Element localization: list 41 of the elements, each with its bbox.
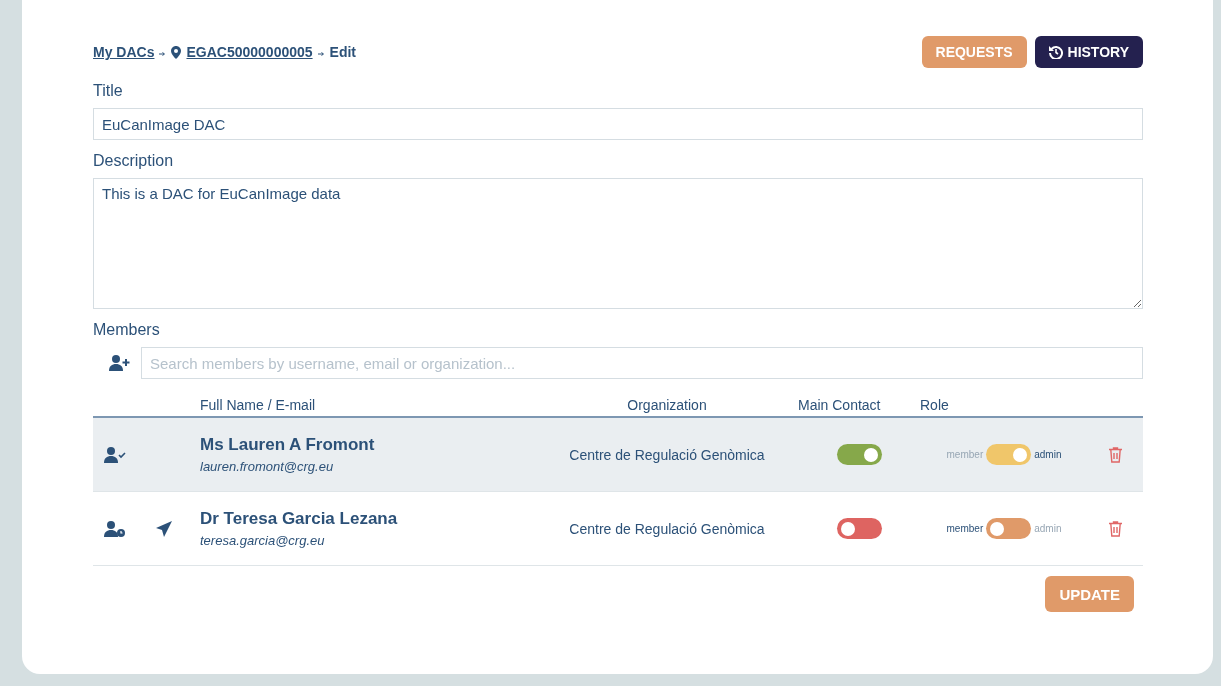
role-label: admin — [1034, 449, 1062, 460]
column-header: Main Contact — [798, 397, 882, 413]
title-input[interactable]: EuCanImage DAC — [93, 108, 1143, 140]
member-email: lauren.fromont@crg.eu — [200, 459, 335, 474]
member-email: teresa.garcia@crg.eu — [200, 533, 326, 548]
arrow-icon — [159, 50, 167, 57]
trash-icon — [1109, 446, 1122, 463]
location-pin-icon — [171, 45, 182, 59]
member-row[interactable]: Ms Lauren A Fromont lauren.fromont@crg.eu Centre de Regulació Genòmica member admin — [93, 418, 1143, 492]
delete-button[interactable] — [1109, 520, 1122, 537]
history-button[interactable]: HISTORY — [1034, 36, 1143, 68]
search-field[interactable]: Search members by username, email or organization... — [141, 347, 1143, 379]
column-header: Full Name / E-mail — [199, 397, 317, 413]
delete-button[interactable] — [1109, 446, 1122, 463]
arrow-icon — [317, 50, 325, 57]
breadcrumb-link[interactable]: EGAC50000000005 — [186, 44, 313, 60]
breadcrumb-current: Edit — [329, 44, 357, 60]
role-toggle[interactable] — [986, 444, 1032, 465]
breadcrumb-link[interactable]: My DACs — [93, 44, 155, 60]
user-check-icon — [104, 446, 126, 463]
table-cell-text: Centre de Regulació Genòmica — [568, 520, 766, 537]
column-header: Organization — [626, 397, 708, 413]
role-label: member — [946, 449, 984, 460]
field-label: Description — [93, 152, 175, 170]
table-cell-text: Centre de Regulació Genòmica — [568, 446, 766, 463]
field-label: Title — [93, 82, 124, 100]
trash-icon — [1109, 520, 1122, 537]
section-label: Members — [93, 321, 161, 339]
user-clock-icon — [104, 520, 126, 537]
role-label: member — [946, 523, 984, 534]
column-header: Role — [920, 397, 950, 413]
add-user-icon — [109, 355, 131, 371]
main-contact-toggle[interactable] — [836, 518, 882, 539]
role-toggle[interactable] — [986, 518, 1032, 539]
role-label: admin — [1034, 523, 1062, 534]
member-name: Ms Lauren A Fromont — [200, 435, 376, 455]
description-textarea[interactable]: This is a DAC for EuCanImage data — [93, 178, 1143, 309]
member-name: Dr Teresa Garcia Lezana — [200, 509, 399, 529]
history-icon — [1048, 45, 1063, 59]
member-row[interactable]: Dr Teresa Garcia Lezana teresa.garcia@crg.eu Centre de Regulació Genòmica member admin — [93, 492, 1143, 566]
main-contact-toggle[interactable] — [836, 444, 882, 465]
